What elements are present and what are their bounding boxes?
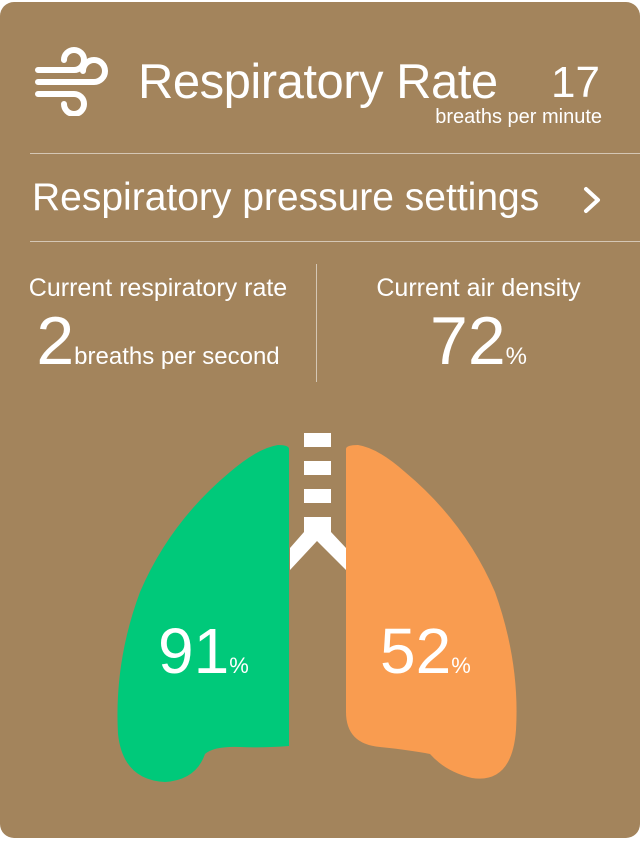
respiratory-card: Respiratory Rate 17 breaths per minute R…: [0, 2, 640, 838]
current-respiratory-rate-unit: breaths per second: [74, 343, 280, 370]
right-lung: [346, 445, 517, 779]
pressure-settings-label: Respiratory pressure settings: [32, 176, 540, 219]
left-lung-percentage: 91%: [158, 614, 249, 688]
respiratory-rate-value: 17: [551, 58, 600, 107]
stats-panel: Current respiratory rate 2breaths per se…: [0, 264, 640, 384]
current-air-density-unit: %: [505, 343, 527, 370]
left-lung-unit: %: [229, 653, 249, 678]
right-lung-percentage: 52%: [380, 614, 471, 688]
current-air-density: Current air density 72%: [317, 264, 640, 381]
right-lung-value: 52: [380, 615, 452, 687]
chevron-right-icon: [584, 187, 600, 213]
current-air-density-value: 72: [430, 303, 506, 379]
current-respiratory-rate-label: Current respiratory rate: [28, 274, 288, 302]
page-title: Respiratory Rate: [138, 55, 498, 109]
trachea-segment: [304, 433, 331, 447]
pressure-settings-row[interactable]: Respiratory pressure settings: [0, 154, 640, 241]
respiratory-rate-unit: breaths per minute: [435, 106, 602, 128]
bronchi: [290, 517, 346, 570]
current-respiratory-rate: Current respiratory rate 2breaths per se…: [0, 264, 316, 381]
trachea-segment: [304, 461, 331, 475]
lungs-illustration: [117, 433, 517, 782]
current-air-density-label: Current air density: [376, 274, 581, 302]
left-lung-value: 91: [158, 615, 230, 687]
current-respiratory-rate-value: 2: [36, 303, 75, 379]
wind-icon: [35, 47, 108, 116]
right-lung-unit: %: [451, 653, 471, 678]
trachea-segment: [304, 489, 331, 503]
divider: [30, 241, 640, 242]
